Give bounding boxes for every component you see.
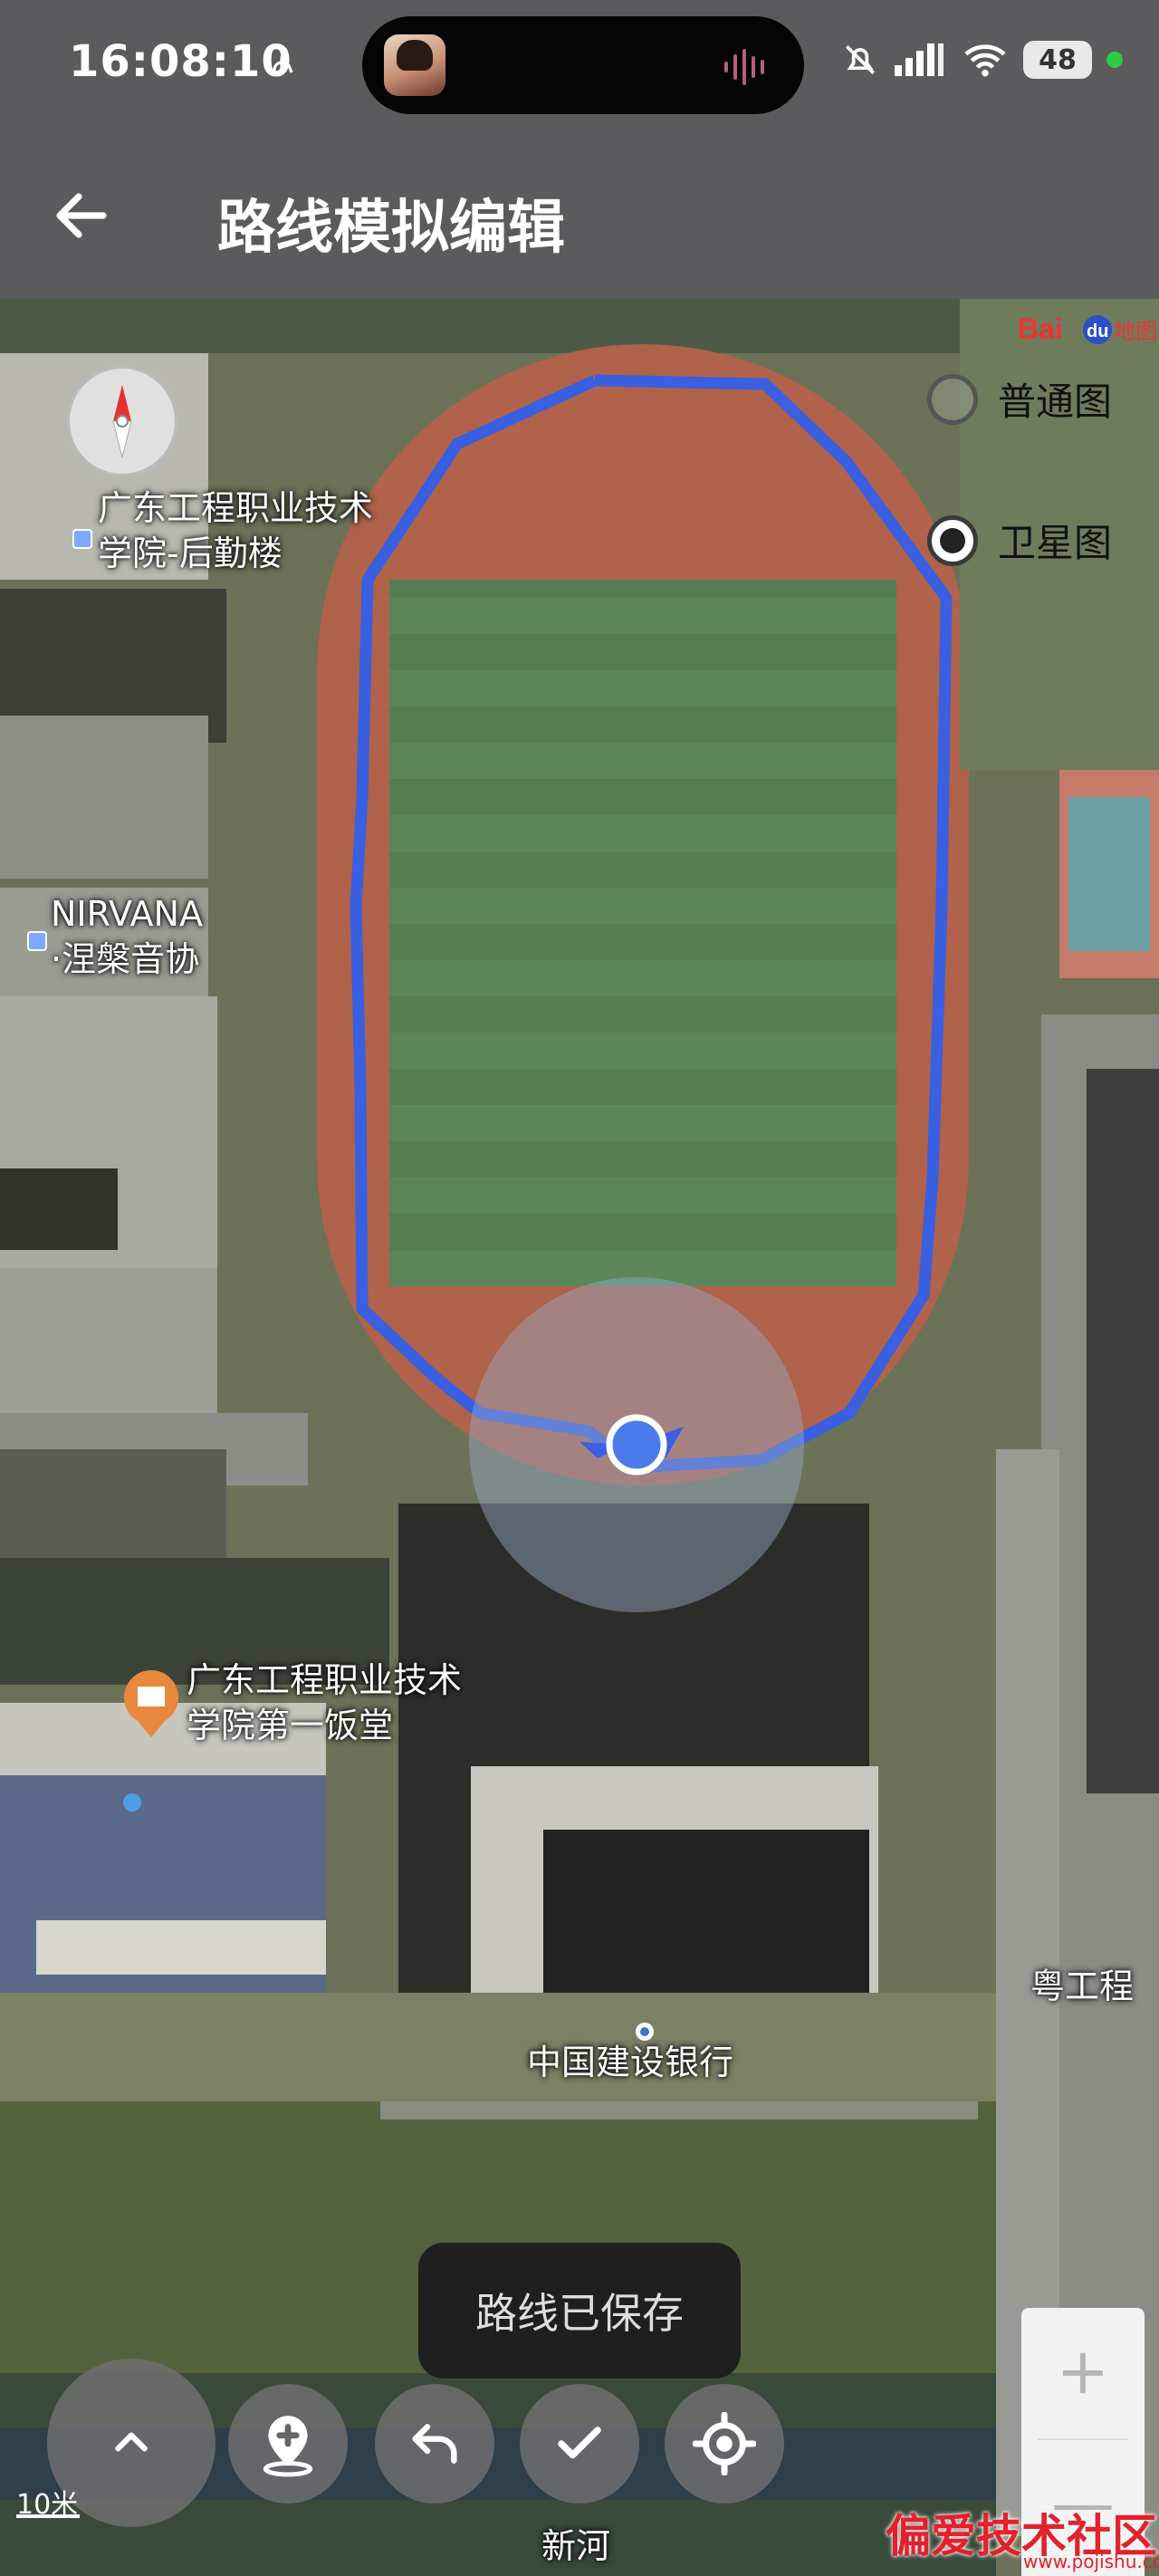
poi-building-icon [27, 931, 47, 951]
toast-message: 路线已保存 [418, 2243, 741, 2379]
privacy-indicator [1106, 52, 1123, 68]
satellite-map [0, 299, 1159, 2576]
check-icon [558, 2427, 601, 2459]
map-scale-bar [16, 2514, 80, 2518]
svg-text:地图: 地图 [1114, 320, 1157, 344]
undo-icon [412, 2424, 457, 2464]
baidu-logo: Bai du 地图 [1018, 312, 1157, 345]
watermark-url: www.pojishu.com [1023, 2551, 1159, 2572]
locate-button[interactable] [665, 2384, 784, 2504]
svg-text:Bai: Bai [1018, 312, 1063, 345]
poi-nirvana[interactable]: NIRVANA ·涅槃音协 [51, 891, 203, 982]
radio-normal[interactable] [927, 373, 978, 425]
map-type-normal-label: 普通图 [998, 380, 1113, 424]
dynamic-island[interactable] [362, 16, 804, 114]
map-view[interactable]: Bai du 地图 普通图 卫星图 广东工程职业技术 学院-后勤楼 NIRVAN… [0, 299, 1159, 2576]
compass-icon[interactable] [67, 366, 177, 476]
audio-wave-icon [724, 49, 764, 85]
svg-text:du: du [1087, 322, 1108, 341]
mute-icon [846, 45, 875, 74]
undo-button[interactable] [375, 2384, 494, 2504]
wifi-icon [964, 44, 1006, 77]
radio-satellite[interactable] [927, 514, 978, 566]
status-icons: 48 [840, 33, 1123, 87]
poi-building-icon [72, 529, 92, 549]
battery-icon: 48 [1023, 41, 1092, 79]
page-title: 路线模拟编辑 [217, 195, 565, 262]
poi-logistics-building[interactable]: 广东工程职业技术 学院-后勤楼 [98, 485, 373, 576]
confirm-button[interactable] [520, 2384, 639, 2504]
map-type-satellite-label: 卫星图 [998, 521, 1113, 565]
map-type-normal[interactable]: 普通图 [927, 371, 1112, 427]
accessibility-icon [273, 47, 293, 77]
poi-canteen[interactable]: 广东工程职业技术 学院第一饭堂 [187, 1658, 462, 1748]
poi-bank[interactable]: 中国建设银行 [527, 2040, 733, 2085]
chevron-up-icon [115, 2432, 148, 2452]
arrow-left-icon[interactable] [49, 183, 114, 248]
locate-icon [693, 2412, 756, 2475]
add-location-icon [263, 2416, 313, 2477]
media-avatar [384, 34, 445, 96]
app-bar: 路线模拟编辑 [0, 127, 1159, 299]
poi-right-edge[interactable]: 粤工程 [1030, 1964, 1134, 2009]
zoom-in-button[interactable]: + [1021, 2308, 1145, 2435]
signal-icon [895, 43, 943, 76]
add-point-button[interactable] [228, 2384, 348, 2504]
status-time: 16:08:10 [69, 36, 292, 87]
status-bar: 16:08:10 48 [0, 0, 1159, 127]
map-type-satellite[interactable]: 卫星图 [927, 513, 1112, 568]
poi-river[interactable]: 新河 [541, 2523, 610, 2569]
